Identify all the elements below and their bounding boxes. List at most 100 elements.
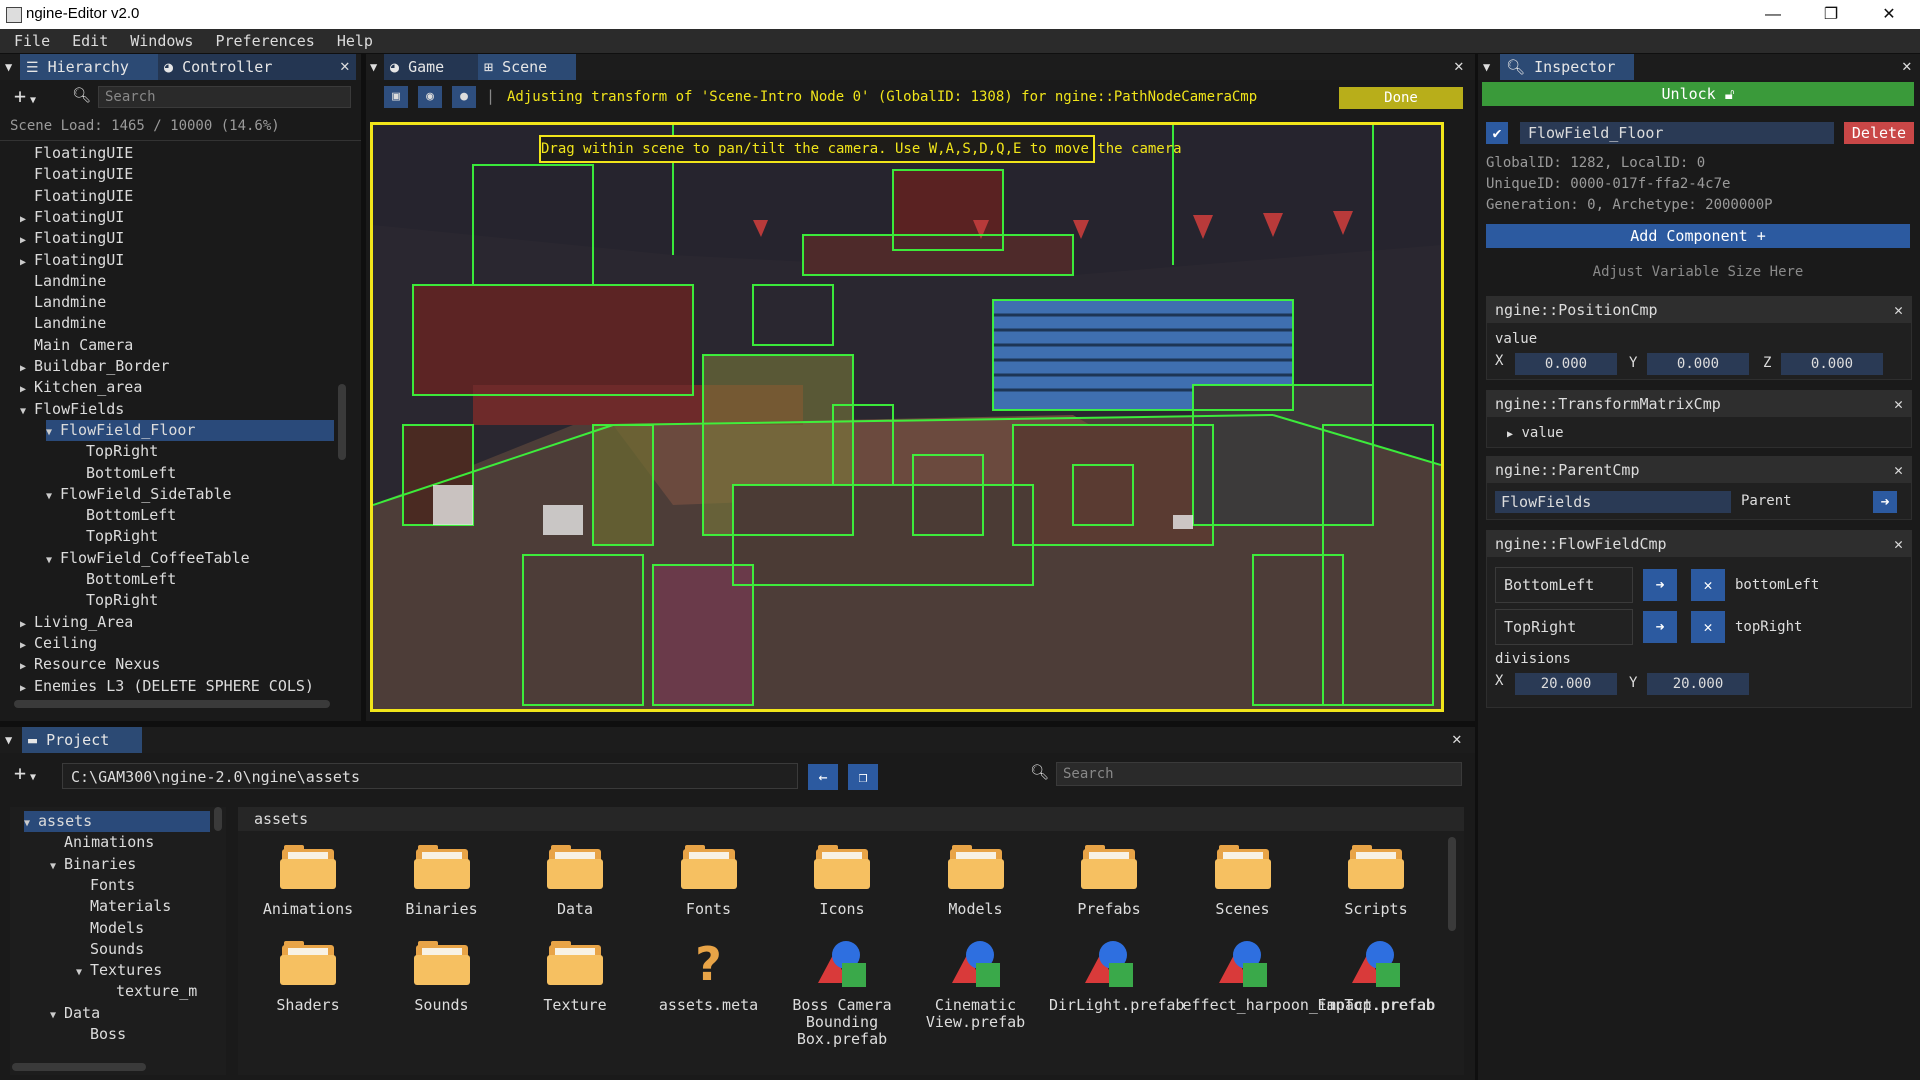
asset-item[interactable]: Boss Camera Bounding Box.prefab	[782, 939, 902, 1048]
asset-item[interactable]: Scenes	[1183, 843, 1303, 937]
asset-item[interactable]: Icons	[782, 843, 902, 937]
folder-tree-item[interactable]: ▼ Binaries	[50, 854, 210, 875]
folder-tree-item[interactable]: ▼ assets	[24, 811, 210, 832]
camera-icon[interactable]: ▣	[384, 86, 408, 108]
chevron-right-icon[interactable]: ▶	[20, 358, 34, 379]
folder-tree-item[interactable]: Materials	[76, 896, 210, 917]
menu-windows[interactable]: Windows	[116, 29, 201, 50]
asset-item[interactable]: FanTop.prefab	[1316, 939, 1436, 1033]
project-search-input[interactable]	[1056, 762, 1462, 786]
chevron-down-icon[interactable]: ▼	[46, 550, 60, 571]
hierarchy-item[interactable]: ▶ Ceiling	[20, 633, 334, 654]
parent-field[interactable]: FlowFields	[1495, 491, 1731, 513]
hierarchy-hscrollbar[interactable]	[14, 700, 330, 708]
hierarchy-item[interactable]: Landmine	[20, 271, 334, 292]
restore-button[interactable]: ❐	[1802, 0, 1860, 29]
tab-game[interactable]: ◕ Game	[384, 54, 482, 80]
asset-vscrollbar[interactable]	[1448, 837, 1456, 931]
done-button[interactable]: Done	[1339, 87, 1463, 109]
hierarchy-item[interactable]: ▶ FloatingUI	[20, 228, 334, 249]
chevron-down-icon[interactable]: ▼	[46, 486, 60, 507]
menu-help[interactable]: Help	[323, 29, 381, 50]
hierarchy-item[interactable]: ▶ FloatingUI	[20, 207, 334, 228]
clear-ref-close-icon[interactable]: ✕	[1691, 611, 1725, 643]
lightbulb-icon[interactable]: ●	[452, 86, 476, 108]
go-to-parent-arrow-icon[interactable]: ➜	[1873, 491, 1897, 513]
chevron-right-icon[interactable]: ▶	[20, 209, 34, 230]
tab-project[interactable]: ▬ Project	[22, 727, 142, 753]
folder-tree-item[interactable]: Animations	[50, 832, 210, 853]
close-icon[interactable]: ✕	[1894, 297, 1903, 323]
entity-name-field[interactable]: FlowField_Floor	[1520, 122, 1834, 144]
tree-vscrollbar[interactable]	[214, 807, 222, 831]
hierarchy-item[interactable]: ▼ FlowField_SideTable	[46, 484, 334, 505]
breadcrumb-item[interactable]: assets	[254, 810, 308, 828]
asset-item[interactable]: Shaders	[248, 939, 368, 1033]
transform-value-toggle[interactable]: ▶ value	[1507, 425, 1564, 441]
hierarchy-item[interactable]: BottomLeft	[72, 505, 334, 526]
hierarchy-item[interactable]: ▶ Living_Area	[20, 612, 334, 633]
hierarchy-item[interactable]: TopRight	[72, 526, 334, 547]
hierarchy-item[interactable]: FloatingUIE	[20, 164, 334, 185]
folder-tree-item[interactable]: texture_m	[102, 981, 210, 1002]
asset-item[interactable]: effect_harpoon_impact.prefab	[1183, 939, 1435, 1033]
hierarchy-item[interactable]: ▶ Buildbar_Border	[20, 356, 334, 377]
hierarchy-item[interactable]: ▶ Resource Nexus	[20, 654, 334, 675]
add-entity-button[interactable]: + ▼	[14, 84, 36, 108]
close-icon[interactable]: ✕	[1902, 56, 1912, 75]
entity-enabled-checkbox[interactable]: ✔	[1486, 122, 1508, 144]
asset-item[interactable]: Prefabs	[1049, 843, 1169, 937]
hierarchy-item[interactable]: ▶ Enemies L3 (DELETE SPHERE COLS)	[20, 676, 334, 697]
minimize-button[interactable]: —	[1744, 0, 1802, 29]
asset-item[interactable]: Scripts	[1316, 843, 1436, 937]
chevron-right-icon[interactable]: ▶	[20, 230, 34, 251]
go-to-arrow-icon[interactable]: ➜	[1643, 569, 1677, 601]
hierarchy-item[interactable]: FloatingUIE	[20, 143, 334, 164]
position-z-input[interactable]: 0.000	[1781, 353, 1883, 375]
folder-tree-item[interactable]: Models	[76, 918, 210, 939]
asset-item[interactable]: Binaries	[382, 843, 502, 937]
folder-tree-item[interactable]: Fonts	[76, 875, 210, 896]
folder-tree-item[interactable]: Sounds	[76, 939, 210, 960]
menu-preferences[interactable]: Preferences	[201, 29, 322, 50]
panel-menu-arrow-icon[interactable]: ▼	[1483, 54, 1490, 80]
unlock-button[interactable]: Unlock 🔓︎	[1482, 82, 1914, 106]
tab-hierarchy[interactable]: ☰ Hierarchy	[20, 54, 160, 80]
parent-component-header[interactable]: ngine::ParentCmp ✕	[1487, 457, 1911, 483]
asset-item[interactable]: ? assets.meta	[649, 939, 769, 1033]
hierarchy-item[interactable]: ▶ Kitchen_area	[20, 377, 334, 398]
chevron-down-icon[interactable]: ▼	[50, 1005, 64, 1026]
close-window-button[interactable]: ✕	[1860, 0, 1918, 29]
chevron-down-icon[interactable]: ▼	[46, 422, 60, 443]
chevron-right-icon[interactable]: ▶	[20, 678, 34, 699]
close-icon[interactable]: ✕	[1452, 729, 1462, 748]
go-to-arrow-icon[interactable]: ➜	[1643, 611, 1677, 643]
position-component-header[interactable]: ngine::PositionCmp ✕	[1487, 297, 1911, 323]
asset-item[interactable]: Texture	[515, 939, 635, 1033]
tab-controller[interactable]: ◕ Controller	[158, 54, 356, 80]
close-icon[interactable]: ✕	[1894, 457, 1903, 483]
hierarchy-vscrollbar[interactable]	[338, 384, 346, 460]
hierarchy-item[interactable]: BottomLeft	[72, 569, 334, 590]
chevron-down-icon[interactable]: ▼	[50, 856, 64, 877]
eye-icon[interactable]: ◉	[418, 86, 442, 108]
close-icon[interactable]: ✕	[1454, 56, 1464, 75]
chevron-down-icon[interactable]: ▼	[24, 813, 38, 834]
divisions-y-input[interactable]: 20.000	[1647, 673, 1749, 695]
folder-tree-item[interactable]: Boss	[76, 1024, 210, 1045]
tab-inspector[interactable]: 🔍︎ Inspector	[1500, 54, 1634, 80]
add-asset-button[interactable]: + ▼	[14, 761, 36, 785]
hierarchy-item[interactable]: Landmine	[20, 292, 334, 313]
menu-edit[interactable]: Edit	[58, 29, 116, 50]
position-y-input[interactable]: 0.000	[1647, 353, 1749, 375]
asset-item[interactable]: Data	[515, 843, 635, 937]
divisions-x-input[interactable]: 20.000	[1515, 673, 1617, 695]
add-component-button[interactable]: Add Component +	[1486, 224, 1910, 248]
hierarchy-item[interactable]: ▼ FlowFields	[20, 399, 334, 420]
folder-tree-item[interactable]: ▼ Textures	[76, 960, 210, 981]
close-icon[interactable]: ✕	[1894, 531, 1903, 557]
chevron-right-icon[interactable]: ▶	[20, 252, 34, 273]
hierarchy-item[interactable]: ▼ FlowField_Floor	[46, 419, 334, 443]
asset-item[interactable]: Cinematic View.prefab	[916, 939, 1036, 1033]
hierarchy-search-input[interactable]	[98, 86, 351, 108]
